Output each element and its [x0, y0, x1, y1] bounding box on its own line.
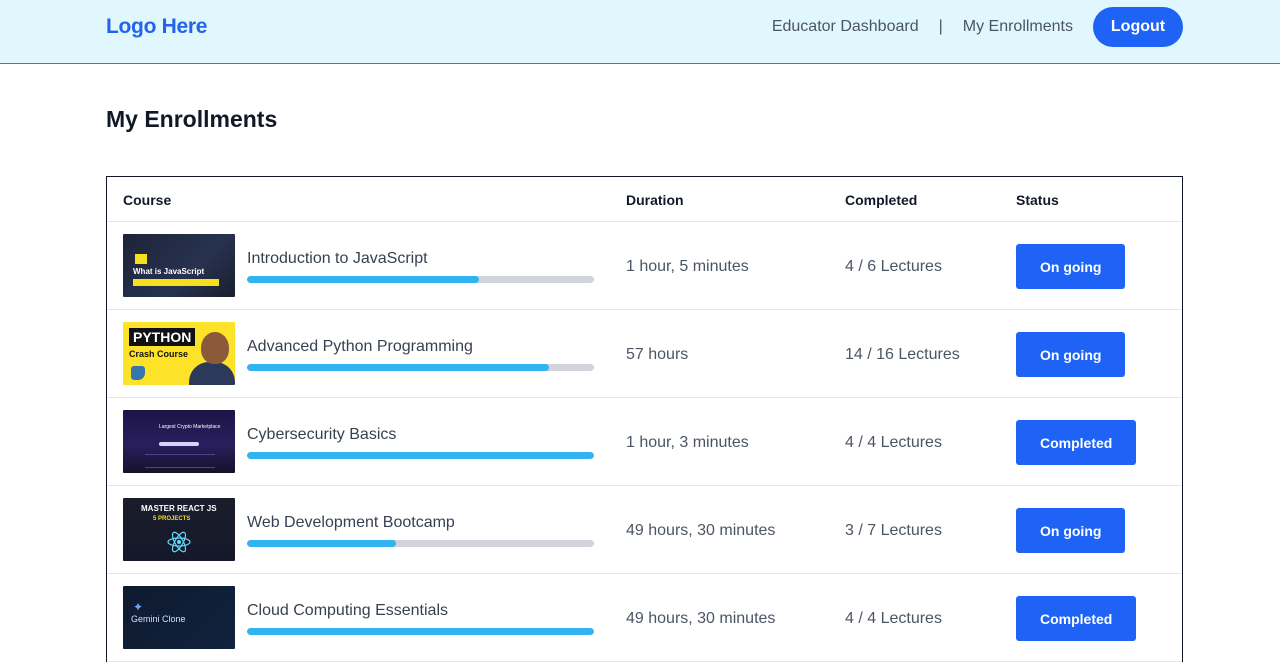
- progress-bar: [247, 452, 594, 459]
- lectures-completed: 3 / 7 Lectures: [845, 522, 942, 539]
- course-duration: 1 hour, 5 minutes: [626, 258, 749, 275]
- python-logo-icon: [131, 366, 145, 380]
- js-badge-icon: [135, 254, 147, 264]
- table-row: Largest Crypto Marketplace Cybersecurity…: [107, 398, 1182, 486]
- course-duration: 49 hours, 30 minutes: [626, 610, 776, 627]
- status-button[interactable]: On going: [1016, 244, 1126, 289]
- instructor-face: [201, 332, 229, 364]
- progress-bar: [247, 540, 594, 547]
- thumbnail-subtitle-bar: [133, 279, 219, 286]
- status-button[interactable]: Completed: [1016, 420, 1137, 465]
- progress-fill: [247, 364, 549, 371]
- status-button[interactable]: Completed: [1016, 596, 1137, 641]
- table-row: What is JavaScript Introduction to JavaS…: [107, 222, 1182, 310]
- course-duration: 49 hours, 30 minutes: [626, 522, 776, 539]
- thumbnail-title: PYTHON: [129, 328, 196, 346]
- table-row: ✦ Gemini Clone Cloud Computing Essential…: [107, 574, 1182, 662]
- column-header-status: Status: [1016, 192, 1059, 208]
- course-duration: 1 hour, 3 minutes: [626, 434, 749, 451]
- thumbnail-subtitle: 5 PROJECTS: [153, 516, 191, 522]
- thumbnail-title: What is JavaScript: [133, 267, 205, 276]
- progress-fill: [247, 628, 594, 635]
- course-title[interactable]: Cybersecurity Basics: [247, 426, 396, 444]
- status-button[interactable]: On going: [1016, 508, 1126, 553]
- course-title[interactable]: Introduction to JavaScript: [247, 250, 428, 268]
- course-title[interactable]: Cloud Computing Essentials: [247, 602, 448, 620]
- logout-button[interactable]: Logout: [1093, 7, 1183, 47]
- my-enrollments-link[interactable]: My Enrollments: [963, 18, 1073, 36]
- progress-bar: [247, 276, 594, 283]
- lectures-completed: 4 / 4 Lectures: [845, 610, 942, 627]
- educator-dashboard-link[interactable]: Educator Dashboard: [772, 18, 919, 36]
- instructor-figure: [189, 362, 235, 385]
- thumbnail-subtitle: Crash Course: [129, 349, 189, 359]
- page-title: My Enrollments: [106, 106, 278, 132]
- column-header-duration: Duration: [626, 192, 684, 208]
- sparkle-icon: ✦: [133, 600, 144, 614]
- table-row: PYTHON Crash Course Advanced Python Prog…: [107, 310, 1182, 398]
- status-button[interactable]: On going: [1016, 332, 1126, 377]
- table-row: MASTER REACT JS 5 PROJECTS Web Developme…: [107, 486, 1182, 574]
- thumbnail-title: MASTER REACT JS: [141, 504, 217, 513]
- react-logo-icon: [167, 531, 191, 553]
- table-header: Course Duration Completed Status: [107, 177, 1182, 222]
- course-duration: 57 hours: [626, 346, 689, 363]
- thumbnail-rows: [145, 454, 215, 468]
- progress-fill: [247, 452, 594, 459]
- progress-fill: [247, 540, 397, 547]
- lectures-completed: 4 / 6 Lectures: [845, 258, 942, 275]
- progress-fill: [247, 276, 480, 283]
- nav-separator: |: [938, 18, 943, 35]
- course-title[interactable]: Web Development Bootcamp: [247, 514, 455, 532]
- nav-links: Educator Dashboard | My Enrollments Logo…: [772, 7, 1183, 47]
- progress-bar: [247, 628, 594, 635]
- progress-bar: [247, 364, 594, 371]
- course-thumbnail[interactable]: What is JavaScript: [123, 234, 235, 297]
- course-thumbnail[interactable]: Largest Crypto Marketplace: [123, 410, 235, 473]
- column-header-course: Course: [123, 192, 172, 208]
- lectures-completed: 14 / 16 Lectures: [845, 346, 960, 363]
- top-navbar: Logo Here Educator Dashboard | My Enroll…: [0, 0, 1280, 64]
- course-title[interactable]: Advanced Python Programming: [247, 338, 473, 356]
- course-thumbnail[interactable]: ✦ Gemini Clone: [123, 586, 235, 649]
- course-thumbnail[interactable]: PYTHON Crash Course: [123, 322, 235, 385]
- thumbnail-bar: [159, 442, 199, 446]
- enrollments-table: Course Duration Completed Status What is…: [106, 176, 1183, 662]
- column-header-completed: Completed: [845, 192, 918, 208]
- course-thumbnail[interactable]: MASTER REACT JS 5 PROJECTS: [123, 498, 235, 561]
- thumbnail-title: Largest Crypto Marketplace: [159, 424, 221, 430]
- logo[interactable]: Logo Here: [106, 15, 207, 39]
- lectures-completed: 4 / 4 Lectures: [845, 434, 942, 451]
